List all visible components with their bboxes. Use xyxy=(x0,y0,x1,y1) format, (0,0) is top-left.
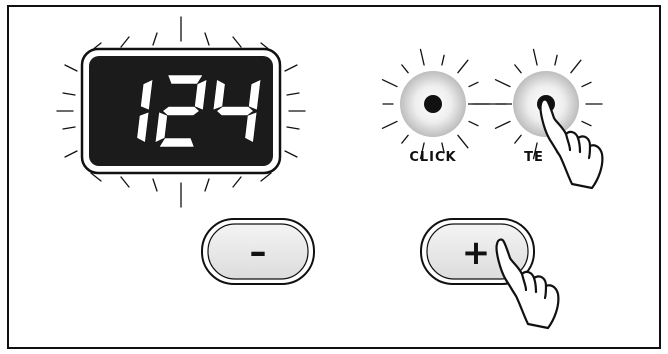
minus-button-label: – xyxy=(250,232,267,272)
digit-segment-g xyxy=(162,106,200,116)
digit-segment-d xyxy=(158,137,195,148)
click-knob-center xyxy=(424,95,442,113)
digit-segment-g xyxy=(216,106,254,116)
click-knob[interactable]: CLICK xyxy=(400,71,466,165)
digit-segment-a xyxy=(167,74,204,85)
temp-knob-label: TE xyxy=(524,150,544,165)
control-panel-diagram: 124 CLICK TE – + xyxy=(0,0,668,354)
click-knob-label: CLICK xyxy=(409,150,456,165)
digital-display: 124 xyxy=(80,47,282,175)
plus-button-label: + xyxy=(462,233,491,273)
minus-button[interactable]: – xyxy=(201,218,315,285)
control-panel-svg: 124 CLICK TE – + xyxy=(7,5,661,349)
